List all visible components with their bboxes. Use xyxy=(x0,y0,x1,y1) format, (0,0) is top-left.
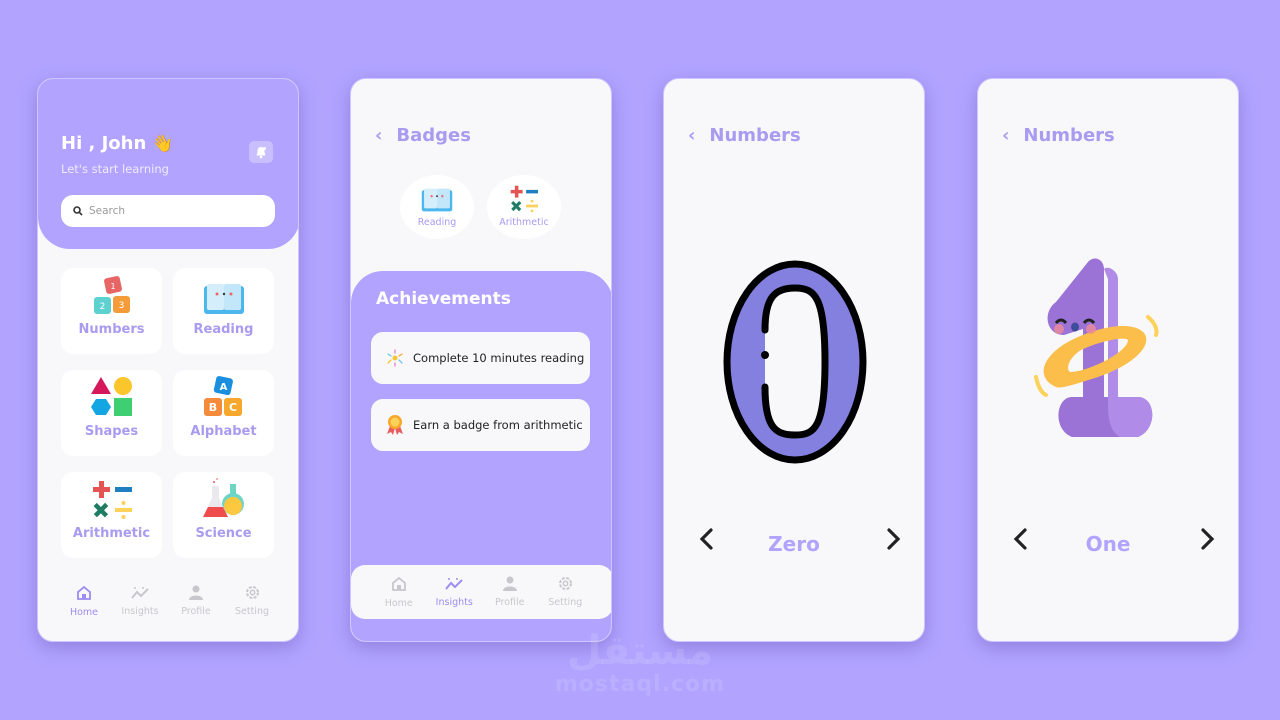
profile-icon xyxy=(189,585,203,600)
profile-icon xyxy=(502,576,517,591)
badges-screen: ‹ Badges Reading Arithmetic Achievements… xyxy=(350,78,612,642)
insights-icon xyxy=(131,587,149,599)
notification-button[interactable] xyxy=(249,141,273,163)
category-reading[interactable]: Reading xyxy=(173,268,274,354)
nav-home[interactable]: Home xyxy=(59,585,109,618)
page-title: Numbers xyxy=(1023,125,1115,146)
category-numbers[interactable]: 1 2 3 Numbers xyxy=(61,268,162,354)
page-title: Badges xyxy=(396,125,471,146)
nav-insights[interactable]: Insights xyxy=(115,585,165,617)
badge-reading[interactable]: Reading xyxy=(400,175,474,239)
svg-text:A: A xyxy=(219,382,227,393)
back-chevron-icon[interactable]: ‹ xyxy=(688,125,695,146)
category-science[interactable]: Science xyxy=(173,472,274,558)
category-alphabet[interactable]: A B C Alphabet xyxy=(173,370,274,456)
number-one-screen: ‹ Numbers One xyxy=(977,78,1239,642)
math-operators-icon xyxy=(510,185,538,213)
shapes-icon xyxy=(90,377,132,416)
svg-text:1: 1 xyxy=(110,282,115,291)
page-title: Numbers xyxy=(709,125,801,146)
numbers-topbar: ‹ Numbers xyxy=(1002,125,1115,146)
svg-text:2: 2 xyxy=(99,302,105,312)
gear-icon xyxy=(558,577,572,590)
waving-hand-icon: 👋 xyxy=(152,134,174,154)
chevron-right-icon xyxy=(887,528,901,550)
bottom-nav: Home Insights Profile Setting xyxy=(38,573,298,629)
greeting: Hi , John 👋 xyxy=(61,133,174,154)
svg-text:B: B xyxy=(208,401,216,414)
home-header: Hi , John 👋 Let's start learning Search xyxy=(38,79,298,249)
number-zero-screen: ‹ Numbers Zero xyxy=(663,78,925,642)
subtitle: Let's start learning xyxy=(61,162,169,176)
nav-profile[interactable]: Profile xyxy=(485,576,535,608)
nav-setting[interactable]: Setting xyxy=(227,585,277,617)
category-arithmetic[interactable]: Arithmetic xyxy=(61,472,162,558)
chevron-right-icon xyxy=(1201,528,1215,550)
svg-text:3: 3 xyxy=(118,301,124,311)
nav-profile[interactable]: Profile xyxy=(171,585,221,617)
medal-icon xyxy=(387,415,403,435)
number-blocks-icon: 1 2 3 xyxy=(93,276,130,314)
search-icon xyxy=(73,206,83,216)
category-shapes[interactable]: Shapes xyxy=(61,370,162,456)
badge-arithmetic[interactable]: Arithmetic xyxy=(487,175,561,239)
book-icon xyxy=(421,188,453,212)
achievements-title: Achievements xyxy=(376,289,511,309)
book-icon xyxy=(203,284,244,314)
achievement-item[interactable]: Complete 10 minutes reading xyxy=(371,332,590,384)
digit-one-illustration xyxy=(1034,258,1159,437)
svg-text:C: C xyxy=(228,401,236,414)
achievement-item[interactable]: Earn a badge from arithmetic xyxy=(371,399,590,451)
insights-icon xyxy=(445,578,463,590)
abc-blocks-icon: A B C xyxy=(203,376,242,416)
back-chevron-icon[interactable]: ‹ xyxy=(375,125,382,146)
fireworks-icon xyxy=(387,349,403,367)
watermark: مستقل mostaql.com xyxy=(554,628,726,697)
bottom-nav: Home Insights Profile Setting xyxy=(351,565,611,619)
nav-insights[interactable]: Insights xyxy=(429,576,479,608)
home-screen: Hi , John 👋 Let's start learning Search 1… xyxy=(37,78,299,642)
gear-icon xyxy=(245,586,259,599)
back-chevron-icon[interactable]: ‹ xyxy=(1002,125,1009,146)
nav-home[interactable]: Home xyxy=(374,576,424,609)
bell-icon xyxy=(256,146,266,158)
next-button[interactable] xyxy=(882,527,906,551)
home-icon xyxy=(77,585,91,600)
flask-icon xyxy=(202,478,244,517)
nav-setting[interactable]: Setting xyxy=(540,576,590,608)
search-input[interactable]: Search xyxy=(61,195,275,227)
badges-topbar: ‹ Badges xyxy=(375,125,471,146)
digit-zero-illustration xyxy=(723,260,867,464)
math-operators-icon xyxy=(92,481,132,519)
next-button[interactable] xyxy=(1196,527,1220,551)
home-icon xyxy=(391,576,406,591)
numbers-topbar: ‹ Numbers xyxy=(688,125,801,146)
